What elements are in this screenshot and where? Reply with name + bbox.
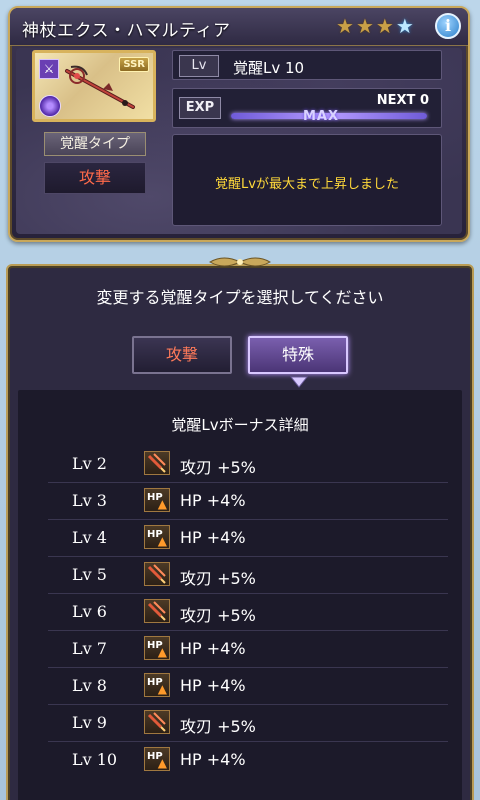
bonus-row: Lv 2 攻刃 +5% [48,446,448,483]
awakening-select-panel: 変更する覚醒タイプを選択してください 攻撃 特殊 覚醒Lvボーナス詳細 Lv 2… [6,264,474,800]
bonus-effect: HP +4% [180,528,246,547]
bonus-row: Lv 5 攻刃 +5% [48,557,448,594]
bonus-list: Lv 2 攻刃 +5% Lv 3 HP ▲ HP +4% Lv 4 HP ▲ HP … [48,446,448,779]
staff-weapon-icon [65,65,135,109]
bonus-row: Lv 10 HP ▲ HP +4% [48,742,448,779]
hp-up-icon: HP ▲ [144,636,170,660]
bonus-row: Lv 6 攻刃 +5% [48,594,448,631]
bonus-row: Lv 4 HP ▲ HP +4% [48,520,448,557]
bonus-level: Lv 8 [72,676,107,695]
bonus-level: Lv 7 [72,639,107,658]
attack-blade-icon [144,451,170,475]
card-header: 神杖エクス・ハマルティア ★ ★ ★ ★ i [10,8,468,46]
awakening-type-label: 覚醒タイプ [44,132,146,156]
message-box: 覚醒Lvが最大まで上昇しました [172,134,442,226]
bonus-row: Lv 7 HP ▲ HP +4% [48,631,448,668]
awakening-level-text: 覚醒Lv 10 [233,59,305,77]
bonus-row: Lv 3 HP ▲ HP +4% [48,483,448,520]
lv-tag: Lv [179,55,219,77]
hp-up-icon: HP ▲ [144,525,170,549]
attack-blade-icon [144,599,170,623]
exp-box: EXP NEXT 0 MAX [172,88,442,128]
blue-star-icon: ★ [395,14,414,38]
bonus-row: Lv 8 HP ▲ HP +4% [48,668,448,705]
awakening-level-box: Lv 覚醒Lv 10 [172,50,442,80]
weapon-thumbnail[interactable]: ⚔ SSR [32,50,156,122]
hp-up-icon: HP ▲ [144,747,170,771]
selection-arrow-icon [290,376,308,388]
bonus-title: 覚醒Lvボーナス詳細 [171,416,309,434]
hp-up-icon: HP ▲ [144,488,170,512]
bonus-level: Lv 6 [72,602,107,621]
special-type-button[interactable]: 特殊 [248,336,348,374]
bonus-detail-area: 覚醒Lvボーナス詳細 Lv 2 攻刃 +5% Lv 3 HP ▲ HP +4% L… [18,390,462,800]
bonus-level: Lv 2 [72,454,107,473]
bonus-level: Lv 9 [72,713,107,732]
weapon-name: 神杖エクス・ハマルティア [22,21,231,41]
bonus-effect: HP +4% [180,676,246,695]
bonus-level: Lv 10 [72,750,118,769]
bonus-effect: 攻刃 +5% [180,717,256,736]
attack-blade-icon [144,562,170,586]
awakening-type-value: 攻撃 [44,162,146,194]
gold-star-icon: ★ [336,14,354,38]
gold-star-icon: ★ [355,14,374,38]
panel-ornament-icon [208,257,272,267]
bonus-level: Lv 4 [72,528,107,547]
status-message: 覚醒Lvが最大まで上昇しました [215,177,399,192]
panel-title: 変更する覚醒タイプを選択してください [96,288,384,307]
bonus-level: Lv 3 [72,491,107,510]
hp-up-icon: HP ▲ [144,673,170,697]
bonus-effect: 攻刃 +5% [180,569,256,588]
bonus-effect: HP +4% [180,491,246,510]
info-icon[interactable]: i [435,13,461,39]
star-rating: ★ ★ ★ ★ [336,16,414,36]
bonus-effect: HP +4% [180,750,246,769]
weapon-skill-icon [39,95,61,117]
bonus-row: Lv 9 攻刃 +5% [48,705,448,742]
bonus-effect: 攻刃 +5% [180,458,256,477]
attack-blade-icon [144,710,170,734]
bonus-level: Lv 5 [72,565,107,584]
exp-max-label: MAX [303,109,340,124]
exp-tag: EXP [179,97,221,119]
bonus-effect: HP +4% [180,639,246,658]
attack-type-button[interactable]: 攻撃 [132,336,232,374]
gold-star-icon: ★ [375,14,394,38]
bonus-effect: 攻刃 +5% [180,606,256,625]
element-dark-icon: ⚔ [39,59,59,79]
next-exp-label: NEXT 0 [376,93,429,108]
